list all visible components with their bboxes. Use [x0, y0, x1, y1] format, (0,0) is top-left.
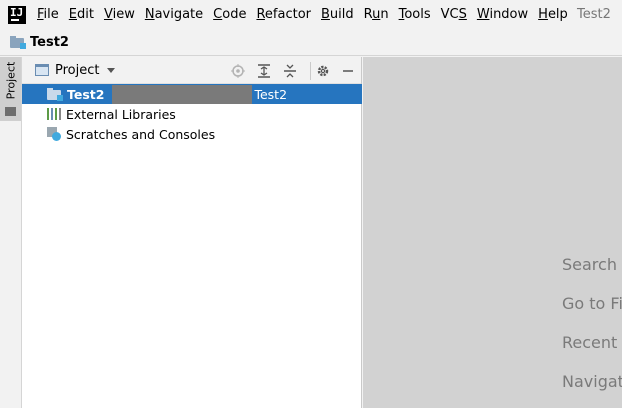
project-tab-label: Project: [4, 61, 18, 99]
project-tool-window-tab[interactable]: Project: [0, 57, 21, 121]
breadcrumb-project[interactable]: Test2: [30, 35, 69, 50]
project-root-label: Test2: [67, 86, 105, 102]
menu-bar: IJ File Edit View Navigate Code Refactor…: [0, 0, 622, 30]
intellij-logo-icon: IJ: [8, 6, 26, 24]
menu-help[interactable]: Help: [533, 0, 573, 30]
menu-vcs[interactable]: VCS: [436, 0, 472, 30]
expand-all-icon[interactable]: [256, 63, 272, 79]
left-tool-stripe: Project: [0, 57, 22, 408]
menu-file[interactable]: File: [32, 0, 64, 30]
project-panel: Project Test2 Test2 External Libraries S…: [22, 57, 362, 408]
redacted-path: [112, 84, 253, 104]
module-folder-icon: [10, 36, 26, 49]
menu-tools[interactable]: Tools: [394, 0, 436, 30]
project-panel-header: Project: [22, 57, 361, 84]
hint-go-to-file: Go to Fi: [562, 294, 622, 313]
menu-edit[interactable]: Edit: [64, 0, 99, 30]
hint-recent-files: Recent F: [562, 333, 622, 352]
project-view-icon: [35, 64, 49, 76]
hint-search-everywhere: Search E: [562, 255, 622, 274]
menu-refactor[interactable]: Refactor: [251, 0, 316, 30]
tree-node-external-libraries[interactable]: External Libraries: [22, 104, 362, 124]
gear-icon[interactable]: [315, 63, 331, 79]
navigation-bar: Test2: [0, 30, 622, 56]
menu-run[interactable]: Run: [359, 0, 394, 30]
logo-text: IJ: [10, 6, 24, 19]
project-root-path-label: Test2: [254, 86, 288, 102]
project-view-selector[interactable]: Project: [55, 63, 99, 78]
menu-window[interactable]: Window: [472, 0, 533, 30]
scratches-label: Scratches and Consoles: [66, 126, 216, 142]
menu-navigate[interactable]: Navigate: [140, 0, 208, 30]
folder-icon: [5, 107, 16, 116]
editor-area: Search E Go to Fi Recent F Navigat: [363, 57, 622, 408]
hint-navigation-bar: Navigat: [562, 372, 622, 391]
collapse-all-icon[interactable]: [282, 63, 298, 79]
tree-node-scratches[interactable]: Scratches and Consoles: [22, 124, 362, 144]
scratch-file-icon: [47, 127, 61, 141]
logo-bar: [11, 19, 19, 21]
locate-target-icon[interactable]: [230, 63, 246, 79]
external-libraries-label: External Libraries: [66, 106, 176, 122]
menu-code[interactable]: Code: [208, 0, 251, 30]
library-icon: [47, 108, 61, 120]
chevron-down-icon[interactable]: [107, 67, 116, 73]
module-folder-icon: [47, 87, 63, 101]
menu-view[interactable]: View: [99, 0, 140, 30]
menu-build[interactable]: Build: [316, 0, 359, 30]
window-title: Test2: [577, 7, 611, 22]
tree-node-project-root[interactable]: Test2 Test2: [22, 84, 362, 104]
toolbar-separator: [310, 62, 311, 80]
hide-minimize-icon[interactable]: [340, 63, 356, 79]
